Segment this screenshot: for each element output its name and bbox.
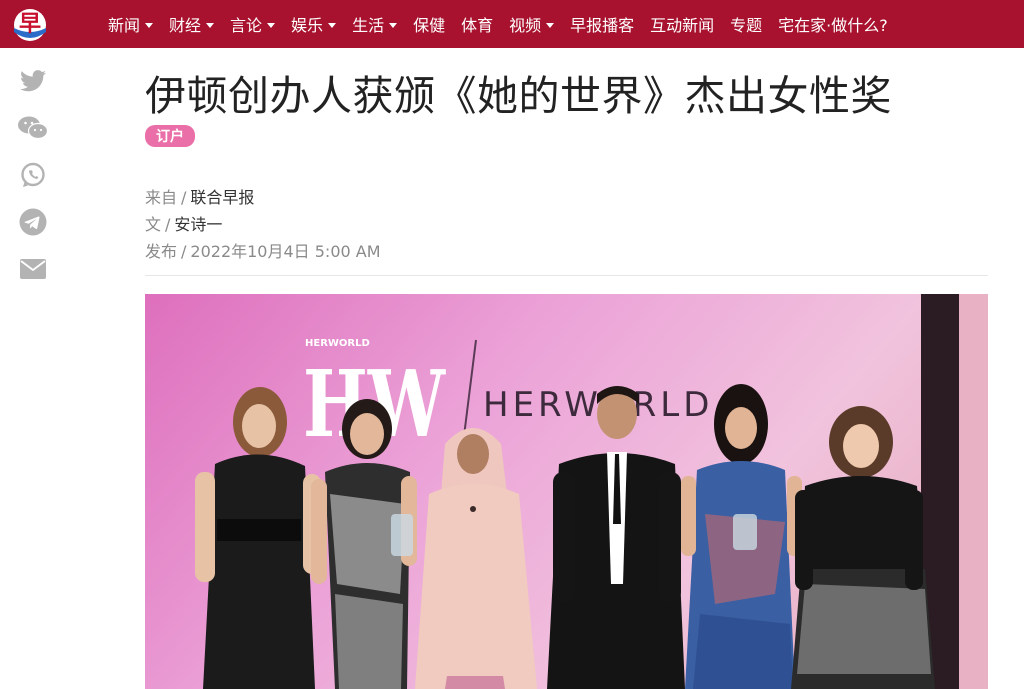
source-line: 来自 / 联合早报 (145, 184, 254, 208)
nav-item-11[interactable]: 宅在家·做什么? (770, 0, 896, 48)
nav-item-label: 视频 (509, 16, 542, 35)
top-nav-bar: 早 新闻 财经 言论 娱乐 生活 保健 体育 视频 早报播客 互动新闻 专题 宅在家·做什么? (0, 0, 1024, 48)
main-nav: 新闻 财经 言论 娱乐 生活 保健 体育 视频 早报播客 互动新闻 专题 宅在家·做什么? (100, 0, 896, 48)
nav-item-8[interactable]: 早报播客 (562, 0, 642, 48)
chevron-down-icon (328, 22, 337, 28)
nav-item-label: 娱乐 (291, 16, 324, 35)
telegram-icon (19, 208, 47, 236)
author-name[interactable]: 安诗一 (174, 215, 222, 234)
nav-item-label: 专题 (730, 16, 763, 35)
herworld-small-text: HERWORLD (305, 338, 370, 349)
share-telegram-button[interactable] (18, 207, 48, 237)
nav-item-label: 保健 (413, 16, 446, 35)
share-whatsapp-button[interactable] (18, 160, 48, 190)
nav-item-4[interactable]: 生活 (344, 0, 405, 48)
nav-item-2[interactable]: 言论 (222, 0, 283, 48)
chevron-down-icon (546, 22, 555, 28)
whatsapp-icon (21, 162, 45, 187)
logo-glyph: 早 (19, 12, 41, 37)
chevron-down-icon (206, 22, 215, 28)
source-label: 来自 (145, 188, 178, 207)
share-twitter-button[interactable] (18, 66, 48, 96)
nav-item-0[interactable]: 新闻 (100, 0, 161, 48)
chevron-down-icon (267, 22, 276, 28)
published-label: 发布 (145, 242, 178, 261)
wechat-icon (18, 116, 48, 140)
email-icon (20, 259, 46, 279)
published-line: 发布/2022年10月4日 5:00 AM (145, 238, 381, 262)
source-name[interactable]: 联合早报 (190, 188, 254, 207)
nav-item-label: 宅在家·做什么? (778, 16, 888, 35)
nav-item-3[interactable]: 娱乐 (283, 0, 344, 48)
nav-item-7[interactable]: 视频 (501, 0, 562, 48)
share-email-button[interactable] (18, 254, 48, 284)
nav-item-10[interactable]: 专题 (722, 0, 770, 48)
share-toolbar (18, 66, 48, 301)
nav-item-label: 财经 (169, 16, 202, 35)
zaobao-logo[interactable]: 早 (10, 6, 50, 42)
subscriber-badge[interactable]: 订户 (145, 125, 195, 147)
article-photo[interactable]: HERWORLD HW HERWORLD (145, 294, 988, 689)
separator: / (165, 215, 171, 234)
nav-item-9[interactable]: 互动新闻 (642, 0, 722, 48)
chevron-down-icon (145, 22, 154, 28)
chevron-down-icon (389, 22, 398, 28)
published-date: 2022年10月4日 5:00 AM (190, 242, 381, 261)
nav-item-label: 生活 (352, 16, 385, 35)
separator: / (181, 242, 187, 261)
meta-divider (145, 275, 988, 276)
nav-item-label: 体育 (461, 16, 494, 35)
nav-item-label: 早报播客 (570, 16, 635, 35)
nav-item-1[interactable]: 财经 (161, 0, 222, 48)
separator: / (181, 188, 187, 207)
author-label: 文 (145, 215, 162, 234)
nav-item-5[interactable]: 保健 (405, 0, 453, 48)
article-title: 伊顿创办人获颁《她的世界》杰出女性奖 (145, 72, 892, 120)
twitter-icon (20, 70, 46, 92)
share-wechat-button[interactable] (18, 113, 48, 143)
nav-item-label: 言论 (230, 16, 263, 35)
nav-item-label: 互动新闻 (650, 16, 715, 35)
nav-item-6[interactable]: 体育 (453, 0, 501, 48)
author-line: 文 / 安诗一 (145, 211, 222, 235)
nav-item-label: 新闻 (108, 16, 141, 35)
